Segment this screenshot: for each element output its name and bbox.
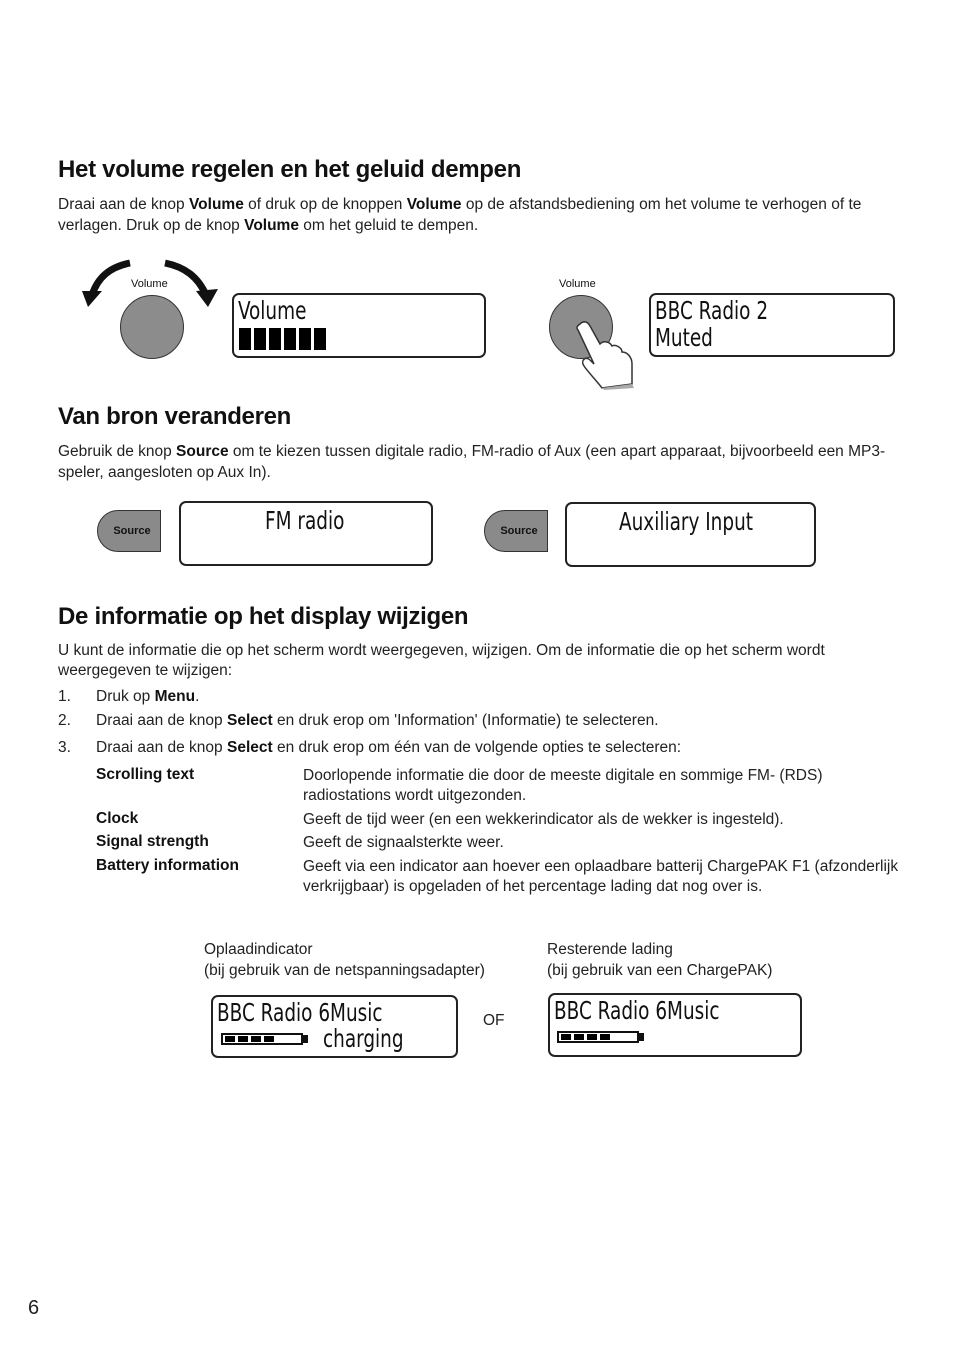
lcd-line-2: Muted bbox=[655, 323, 713, 352]
step-text: Draai aan de knop Select en druk erop om… bbox=[96, 739, 682, 756]
lcd-fm-display: FM radio bbox=[179, 501, 433, 566]
battery-segment bbox=[574, 1034, 584, 1040]
heading-source: Van bron veranderen bbox=[58, 403, 292, 430]
lcd-line-1: FM radio bbox=[265, 506, 345, 535]
lcd-line-1: BBC Radio 2 bbox=[655, 296, 769, 325]
volume-bar bbox=[314, 328, 326, 350]
lcd-aux-display: Auxiliary Input bbox=[565, 502, 816, 567]
volume-bar bbox=[299, 328, 311, 350]
battery-body bbox=[221, 1033, 303, 1045]
caption-line-1: Oplaadindicator bbox=[204, 941, 313, 958]
volume-knob-label-2: Volume bbox=[559, 278, 596, 290]
text-run: of druk op de knoppen bbox=[243, 196, 407, 213]
battery-segment bbox=[587, 1034, 597, 1040]
lcd-line-2: charging bbox=[323, 1024, 404, 1053]
bold-term: Source bbox=[176, 443, 229, 460]
option-description: Geeft via een indicator aan hoever een o… bbox=[303, 858, 899, 895]
steps-list: 1. Druk op Menu. 2. Draai aan de knop Selec… bbox=[58, 688, 908, 763]
page-number: 6 bbox=[28, 1297, 40, 1319]
text-run: Gebruik de knop bbox=[58, 443, 177, 460]
lcd-line-1: BBC Radio 6Music bbox=[554, 996, 720, 1025]
lcd-muted-display: BBC Radio 2 Muted bbox=[649, 293, 895, 357]
source-paragraph: Gebruik de knop Source om te kiezen tuss… bbox=[58, 441, 898, 483]
option-term: Scrolling text bbox=[96, 766, 195, 783]
bold-term: Volume bbox=[244, 217, 299, 234]
battery-segment bbox=[225, 1036, 235, 1042]
step-number: 2. bbox=[58, 712, 71, 729]
battery-indicator bbox=[557, 1031, 644, 1043]
bold-term: Select bbox=[226, 712, 273, 729]
volume-bar bbox=[269, 328, 281, 350]
text-run: Draai aan de knop bbox=[58, 196, 189, 213]
battery-segment bbox=[251, 1036, 261, 1042]
volume-knob-label: Volume bbox=[131, 278, 168, 290]
source-button[interactable]: Source bbox=[97, 510, 161, 552]
step-number: 3. bbox=[58, 739, 71, 756]
source-button-2[interactable]: Source bbox=[484, 510, 548, 552]
volume-knob[interactable] bbox=[120, 295, 184, 359]
lcd-line-1: Auxiliary Input bbox=[619, 507, 753, 536]
bold-term: Volume bbox=[188, 196, 244, 213]
heading-display: De informatie op het display wijzigen bbox=[58, 603, 469, 630]
caption-charging: Oplaadindicator (bij gebruik van de nets… bbox=[204, 939, 485, 981]
option-term: Clock bbox=[96, 810, 139, 827]
bold-term: Select bbox=[226, 739, 273, 756]
option-term: Signal strength bbox=[96, 833, 209, 850]
caption-line-1: Resterende lading bbox=[547, 941, 673, 958]
heading-volume: Het volume regelen en het geluid dempen bbox=[58, 156, 522, 183]
lcd-volume-display: Volume bbox=[232, 293, 486, 358]
pointing-hand-icon bbox=[576, 321, 634, 390]
battery-indicator bbox=[221, 1033, 308, 1045]
volume-level-bars bbox=[239, 328, 326, 350]
step-text: Draai aan de knop Select en druk erop om… bbox=[96, 712, 659, 729]
volume-bar bbox=[284, 328, 296, 350]
bold-term: Menu bbox=[154, 688, 196, 705]
battery-tip bbox=[303, 1035, 308, 1043]
display-intro: U kunt de informatie die op het scherm w… bbox=[58, 642, 825, 679]
battery-segment bbox=[264, 1036, 274, 1042]
caption-line-2: (bij gebruik van de netspanningsadapter) bbox=[204, 962, 485, 979]
lcd-charging-display: BBC Radio 6Music charging bbox=[211, 995, 458, 1058]
caption-line-2: (bij gebruik van een ChargePAK) bbox=[547, 962, 773, 979]
battery-segment bbox=[561, 1034, 571, 1040]
volume-bar bbox=[254, 328, 266, 350]
volume-bar bbox=[239, 328, 251, 350]
option-description: Doorlopende informatie die door de meest… bbox=[303, 767, 823, 804]
text-run: om het geluid te dempen. bbox=[298, 217, 479, 234]
lcd-line-1: Volume bbox=[238, 296, 307, 325]
step-number: 1. bbox=[58, 688, 71, 705]
or-label: OF bbox=[483, 1012, 505, 1029]
battery-segment bbox=[600, 1034, 610, 1040]
lcd-remaining-display: BBC Radio 6Music bbox=[548, 993, 802, 1057]
battery-tip bbox=[639, 1033, 644, 1041]
option-description: Geeft de tijd weer (en een wekkerindicat… bbox=[303, 811, 784, 828]
volume-paragraph: Draai aan de knop Volume of druk op de k… bbox=[58, 194, 898, 236]
battery-segment bbox=[238, 1036, 248, 1042]
step-text: Druk op Menu. bbox=[96, 688, 200, 705]
option-description: Geeft de signaalsterkte weer. bbox=[303, 834, 504, 851]
caption-remaining: Resterende lading (bij gebruik van een C… bbox=[547, 939, 772, 981]
option-term: Battery information bbox=[96, 857, 239, 874]
lcd-line-1: BBC Radio 6Music bbox=[217, 998, 383, 1027]
battery-body bbox=[557, 1031, 639, 1043]
bold-term: Volume bbox=[406, 196, 462, 213]
